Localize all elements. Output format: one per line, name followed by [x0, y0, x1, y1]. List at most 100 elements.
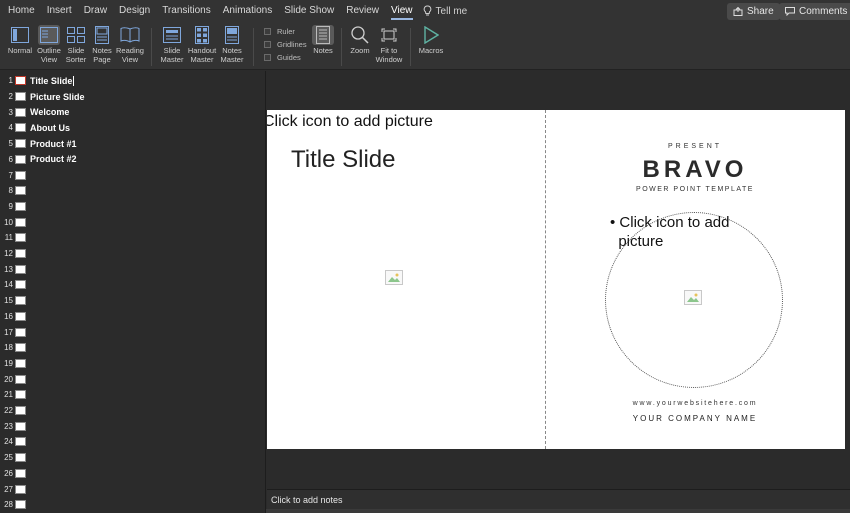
gridlines-checkbox[interactable]: Gridlines — [264, 40, 307, 49]
outline-row[interactable]: 15 — [0, 293, 30, 309]
slide-thumbnail-icon[interactable] — [15, 311, 26, 321]
slide-thumbnail-icon[interactable] — [15, 217, 26, 227]
tab-review[interactable]: Review — [340, 0, 385, 22]
slide-thumbnail-icon[interactable] — [15, 327, 26, 337]
outline-row[interactable]: 8 — [0, 183, 30, 199]
outline-row[interactable]: 10 — [0, 214, 30, 230]
macros-button[interactable]: Macros — [416, 25, 446, 56]
handout-master-button[interactable]: Handout Master — [187, 25, 217, 64]
outline-row[interactable]: 1 Title Slide — [0, 73, 75, 89]
outline-row[interactable]: 27 — [0, 481, 30, 497]
slide-thumbnail-icon[interactable] — [15, 123, 26, 133]
slide-thumbnail-icon[interactable] — [15, 249, 26, 259]
fit-to-window-button[interactable]: Fit to Window — [374, 25, 404, 64]
gridlines-check-box[interactable] — [264, 41, 271, 48]
outline-row[interactable]: 24 — [0, 434, 30, 450]
outline-row[interactable]: 22 — [0, 403, 30, 419]
outline-slide-title[interactable]: Picture Slide — [30, 92, 85, 102]
outline-row[interactable]: 4 About Us — [0, 120, 70, 136]
outline-row[interactable]: 25 — [0, 450, 30, 466]
picture-placeholder-text[interactable]: Click icon to add picture — [267, 113, 433, 131]
slide-master-button[interactable]: Slide Master — [157, 25, 187, 64]
ruler-label: Ruler — [277, 27, 295, 36]
slide-thumbnail-icon[interactable] — [15, 406, 26, 416]
outline-row[interactable]: 21 — [0, 387, 30, 403]
outline-row[interactable]: 23 — [0, 418, 30, 434]
ruler-check-box[interactable] — [264, 28, 271, 35]
outline-row[interactable]: 28 — [0, 497, 30, 513]
slide-thumbnail-icon[interactable] — [15, 453, 26, 463]
outline-row[interactable]: 19 — [0, 356, 30, 372]
tab-design[interactable]: Design — [113, 0, 156, 22]
outline-row[interactable]: 6 Product #2 — [0, 152, 77, 168]
normal-view-button[interactable]: Normal — [5, 25, 35, 56]
insert-picture-icon[interactable] — [684, 290, 702, 305]
outline-panel[interactable]: 1 Title Slide 2 Picture Slide 3 Welcome 4 About… — [0, 71, 266, 513]
slide-thumbnail-icon[interactable] — [15, 76, 26, 86]
tab-slide-show[interactable]: Slide Show — [278, 0, 340, 22]
slide-thumbnail-icon[interactable] — [15, 201, 26, 211]
outline-slide-title[interactable]: About Us — [30, 123, 70, 133]
slide-thumbnail-icon[interactable] — [15, 500, 26, 510]
slide-thumbnail-icon[interactable] — [15, 264, 26, 274]
slide-thumbnail-icon[interactable] — [15, 343, 26, 353]
outline-row[interactable]: 5 Product #1 — [0, 136, 77, 152]
outline-row[interactable]: 3 Welcome — [0, 104, 70, 120]
slide-thumbnail-icon[interactable] — [15, 139, 26, 149]
outline-row[interactable]: 13 — [0, 261, 30, 277]
guides-check-box[interactable] — [264, 54, 271, 61]
tell-me-search[interactable]: Tell me — [423, 5, 467, 17]
outline-row[interactable]: 17 — [0, 324, 30, 340]
guides-checkbox[interactable]: Guides — [264, 53, 301, 62]
slide-thumbnail-icon[interactable] — [15, 92, 26, 102]
tab-insert[interactable]: Insert — [41, 0, 78, 22]
notes-page-button[interactable]: Notes Page — [87, 25, 117, 64]
slide-thumbnail-icon[interactable] — [15, 484, 26, 494]
outline-row[interactable]: 20 — [0, 371, 30, 387]
slide-thumbnail-icon[interactable] — [15, 154, 26, 164]
outline-slide-title[interactable]: Product #1 — [30, 139, 77, 149]
comments-button[interactable]: Comments — [779, 3, 850, 20]
outline-row[interactable]: 26 — [0, 466, 30, 482]
slide-thumbnail-icon[interactable] — [15, 390, 26, 400]
slide-thumbnail-icon[interactable] — [15, 107, 26, 117]
slide-thumbnail-icon[interactable] — [15, 468, 26, 478]
slide-thumbnail-icon[interactable] — [15, 186, 26, 196]
outline-slide-title[interactable]: Title Slide — [30, 76, 72, 86]
bullet-picture-placeholder[interactable]: • Click icon to add picture — [610, 213, 729, 251]
tab-view[interactable]: View — [385, 0, 419, 22]
outline-row[interactable]: 7 — [0, 167, 30, 183]
slide-thumbnail-icon[interactable] — [15, 170, 26, 180]
slide-thumbnail-icon[interactable] — [15, 374, 26, 384]
tab-draw[interactable]: Draw — [78, 0, 113, 22]
notes-button[interactable]: Notes — [308, 25, 338, 56]
slide-title[interactable]: Title Slide — [291, 146, 395, 174]
notes-pane[interactable]: Click to add notes — [267, 489, 850, 509]
outline-view-button[interactable]: Outline View — [34, 25, 64, 64]
slide-thumbnail-icon[interactable] — [15, 437, 26, 447]
slide-thumbnail-icon[interactable] — [15, 233, 26, 243]
notes-master-button[interactable]: Notes Master — [217, 25, 247, 64]
outline-row[interactable]: 2 Picture Slide — [0, 89, 85, 105]
outline-row[interactable]: 14 — [0, 277, 30, 293]
tab-transitions[interactable]: Transitions — [156, 0, 217, 22]
reading-view-button[interactable]: Reading View — [115, 25, 145, 64]
slide-1[interactable]: Click icon to add picture Title Slide PR… — [267, 110, 845, 449]
outline-row[interactable]: 16 — [0, 309, 30, 325]
slide-thumbnail-icon[interactable] — [15, 280, 26, 290]
outline-row[interactable]: 9 — [0, 199, 30, 215]
outline-slide-title[interactable]: Product #2 — [30, 154, 77, 164]
tab-home[interactable]: Home — [0, 0, 41, 22]
insert-picture-icon[interactable] — [385, 270, 403, 285]
slide-thumbnail-icon[interactable] — [15, 296, 26, 306]
zoom-button[interactable]: Zoom — [345, 25, 375, 56]
ruler-checkbox[interactable]: Ruler — [264, 27, 295, 36]
share-button[interactable]: Share — [727, 3, 780, 20]
outline-row[interactable]: 12 — [0, 246, 30, 262]
outline-slide-title[interactable]: Welcome — [30, 107, 69, 117]
outline-row[interactable]: 11 — [0, 230, 30, 246]
tab-animations[interactable]: Animations — [217, 0, 278, 22]
slide-thumbnail-icon[interactable] — [15, 358, 26, 368]
outline-row[interactable]: 18 — [0, 340, 30, 356]
slide-thumbnail-icon[interactable] — [15, 421, 26, 431]
